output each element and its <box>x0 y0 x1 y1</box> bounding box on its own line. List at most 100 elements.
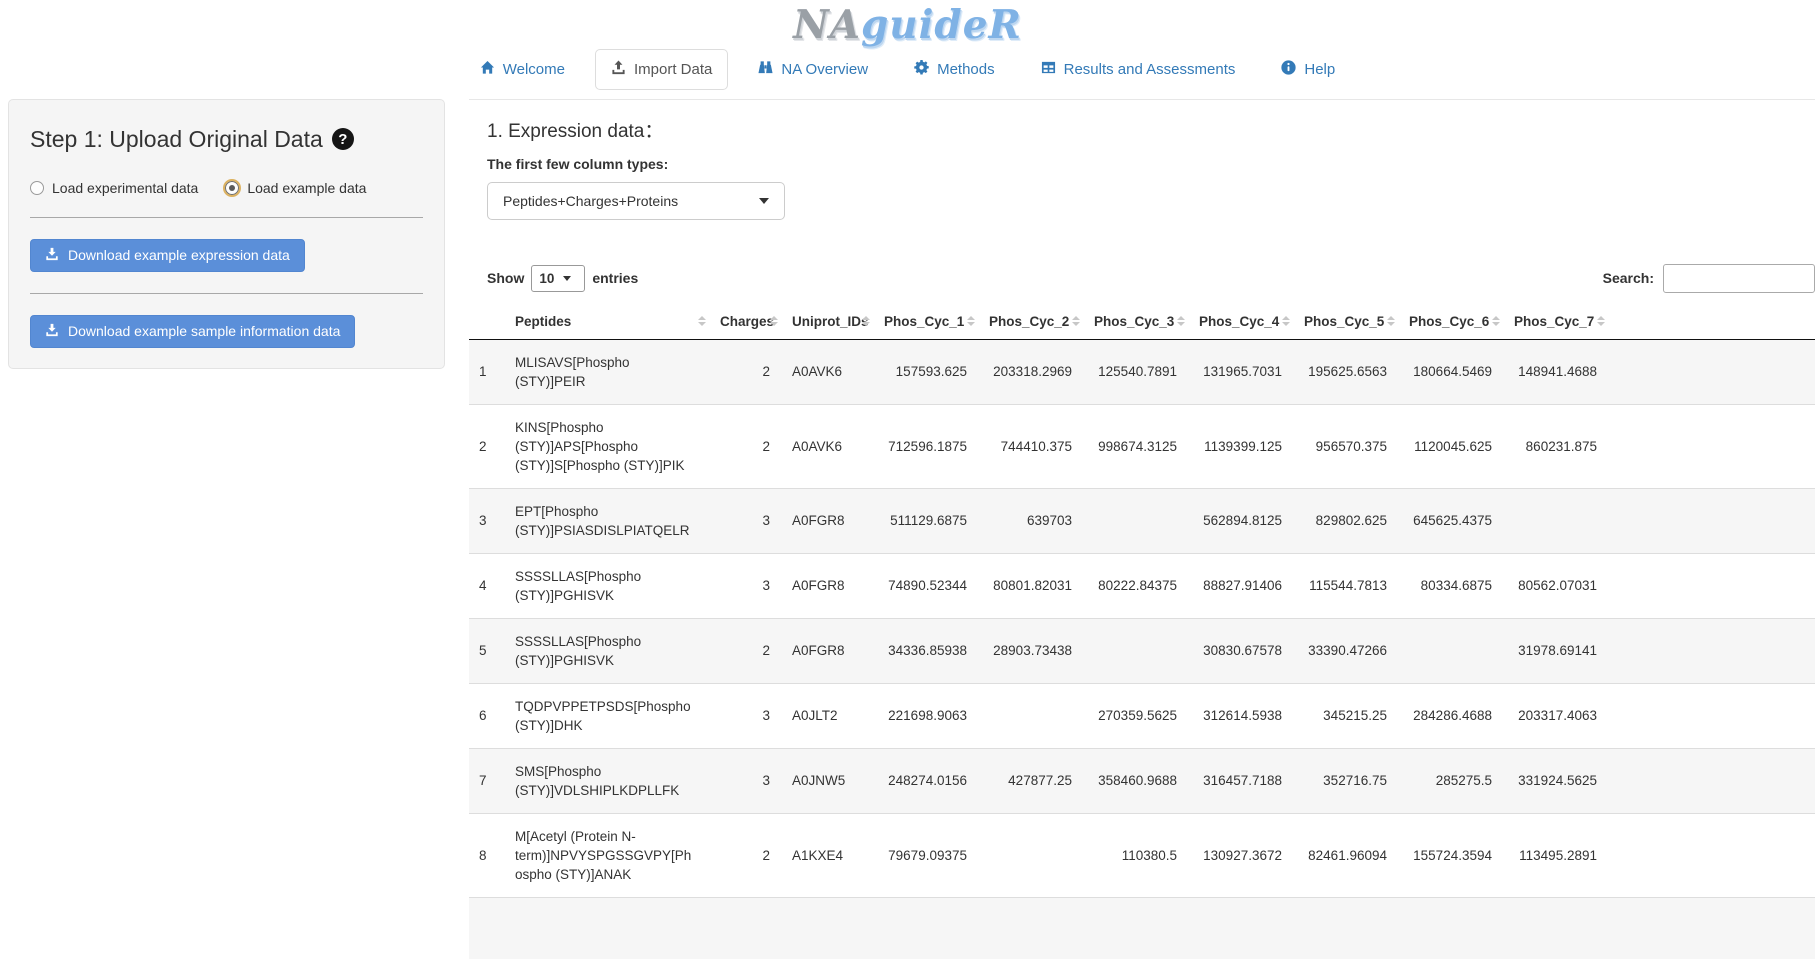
search-input[interactable] <box>1663 264 1815 293</box>
table-row[interactable]: 7SMS[Phospho (STY)]VDLSHIPLKDPLLFK3A0JNW… <box>469 748 1815 813</box>
value-cell: 115544.7813 <box>1294 553 1399 618</box>
spacer-cell <box>1609 813 1815 897</box>
value-cell <box>1084 488 1189 553</box>
header-phos-cyc-1[interactable]: Phos_Cyc_1 <box>874 304 979 340</box>
table-row[interactable]: 3EPT[Phospho (STY)]PSIASDISLPIATQELR3A0F… <box>469 488 1815 553</box>
row-number-cell: 6 <box>469 683 505 748</box>
header-charges[interactable]: Charges <box>710 304 782 340</box>
value-cell: 248274.0156 <box>874 748 979 813</box>
header-phos-cyc-4[interactable]: Phos_Cyc_4 <box>1189 304 1294 340</box>
sort-icon <box>1177 316 1185 326</box>
question-circle-icon[interactable]: ? <box>332 128 354 150</box>
entries-label: entries <box>592 270 638 286</box>
empty-cell <box>1189 897 1294 959</box>
value-cell: 31978.69141 <box>1504 618 1609 683</box>
tab-welcome[interactable]: Welcome <box>464 49 581 90</box>
empty-cell <box>505 897 710 959</box>
header-phos-cyc-7[interactable]: Phos_Cyc_7 <box>1504 304 1609 340</box>
chevron-down-icon <box>759 198 769 204</box>
expression-data-table: Peptides Charges Uniprot_IDs Phos_Cyc_1 … <box>469 304 1815 959</box>
value-cell: 33390.47266 <box>1294 618 1399 683</box>
spacer-cell <box>1609 748 1815 813</box>
value-cell: 131965.7031 <box>1189 339 1294 404</box>
header-phos-cyc-3[interactable]: Phos_Cyc_3 <box>1084 304 1189 340</box>
charge-cell: 3 <box>710 748 782 813</box>
logo-part-na: NA <box>793 2 861 48</box>
table-row[interactable]: 2KINS[Phospho (STY)]APS[Phospho (STY)]S[… <box>469 404 1815 488</box>
value-cell: 88827.91406 <box>1189 553 1294 618</box>
radio-checked-icon[interactable] <box>225 181 239 195</box>
main-nav: Welcome Import Data NA Overview Methods … <box>0 49 1815 90</box>
header-phos-cyc-2[interactable]: Phos_Cyc_2 <box>979 304 1084 340</box>
value-cell <box>1084 618 1189 683</box>
row-number-cell: 7 <box>469 748 505 813</box>
empty-cell <box>1504 897 1609 959</box>
table-row[interactable]: 8M[Acetyl (Protein N-term)]NPVYSPGSSGVPY… <box>469 813 1815 897</box>
download-example-expression-data-button[interactable]: Download example expression data <box>30 239 305 272</box>
charge-cell: 3 <box>710 553 782 618</box>
header-rownum[interactable] <box>469 304 505 340</box>
row-number-cell: 1 <box>469 339 505 404</box>
tab-label: Welcome <box>503 61 565 78</box>
table-row[interactable]: 1MLISAVS[Phospho (STY)]PEIR2A0AVK6157593… <box>469 339 1815 404</box>
uniprot-cell: A0AVK6 <box>782 339 874 404</box>
table-row[interactable]: 5SSSSLLAS[Phospho (STY)]PGHISVK2A0FGR834… <box>469 618 1815 683</box>
value-cell: 130927.3672 <box>1189 813 1294 897</box>
value-cell: 744410.375 <box>979 404 1084 488</box>
search-label: Search: <box>1603 270 1654 286</box>
value-cell <box>1399 618 1504 683</box>
charge-cell: 3 <box>710 683 782 748</box>
peptide-cell: TQDPVPPETPSDS[Phospho (STY)]DHK <box>505 683 710 748</box>
value-cell: 345215.25 <box>1294 683 1399 748</box>
tab-label: Help <box>1304 61 1335 78</box>
value-cell: 80562.07031 <box>1504 553 1609 618</box>
table-row[interactable]: 4SSSSLLAS[Phospho (STY)]PGHISVK3A0FGR874… <box>469 553 1815 618</box>
value-cell: 285275.5 <box>1399 748 1504 813</box>
tab-import-data[interactable]: Import Data <box>595 49 728 90</box>
header-phos-cyc-6[interactable]: Phos_Cyc_6 <box>1399 304 1504 340</box>
column-types-select[interactable]: Peptides+Charges+Proteins <box>487 182 785 220</box>
tab-help[interactable]: Help <box>1265 49 1351 90</box>
value-cell: 203317.4063 <box>1504 683 1609 748</box>
value-cell: 427877.25 <box>979 748 1084 813</box>
row-number-cell: 4 <box>469 553 505 618</box>
table-header: Peptides Charges Uniprot_IDs Phos_Cyc_1 … <box>469 304 1815 340</box>
value-cell: 30830.67578 <box>1189 618 1294 683</box>
table-row[interactable]: 6TQDPVPPETPSDS[Phospho (STY)]DHK3A0JLT22… <box>469 683 1815 748</box>
table-icon <box>1041 60 1056 79</box>
peptide-cell: SSSSLLAS[Phospho (STY)]PGHISVK <box>505 618 710 683</box>
header-label: Uniprot_IDs <box>792 314 869 329</box>
radio-load-experimental-data[interactable]: Load experimental data <box>30 180 198 196</box>
header-peptides[interactable]: Peptides <box>505 304 710 340</box>
charge-cell: 2 <box>710 813 782 897</box>
header-label: Phos_Cyc_3 <box>1094 314 1174 329</box>
radio-icon[interactable] <box>30 181 44 195</box>
value-cell: 74890.52344 <box>874 553 979 618</box>
page-length-value: 10 <box>539 271 554 286</box>
page-length-select[interactable]: 10 <box>531 265 585 292</box>
spacer-cell <box>1609 683 1815 748</box>
tab-label: Import Data <box>634 61 712 78</box>
value-cell: 284286.4688 <box>1399 683 1504 748</box>
spacer-cell <box>1609 339 1815 404</box>
header-phos-cyc-5[interactable]: Phos_Cyc_5 <box>1294 304 1399 340</box>
row-number-cell: 5 <box>469 618 505 683</box>
value-cell: 352716.75 <box>1294 748 1399 813</box>
empty-cell <box>1294 897 1399 959</box>
radio-load-example-data[interactable]: Load example data <box>225 180 366 196</box>
value-cell: 316457.7188 <box>1189 748 1294 813</box>
tab-results-assessments[interactable]: Results and Assessments <box>1025 49 1252 90</box>
sort-icon <box>1282 316 1290 326</box>
tab-na-overview[interactable]: NA Overview <box>742 49 884 90</box>
column-types-selected-value: Peptides+Charges+Proteins <box>503 193 678 209</box>
header-label: Charges <box>720 314 774 329</box>
table-row-partial[interactable] <box>469 897 1815 959</box>
tab-methods[interactable]: Methods <box>898 49 1011 90</box>
value-cell: 82461.96094 <box>1294 813 1399 897</box>
header-uniprot-ids[interactable]: Uniprot_IDs <box>782 304 874 340</box>
home-icon <box>480 60 495 79</box>
header-label: Phos_Cyc_6 <box>1409 314 1489 329</box>
masthead: NAguideR Welcome Import Data NA Overview… <box>0 0 1815 90</box>
download-example-sample-information-button[interactable]: Download example sample information data <box>30 315 355 348</box>
sort-icon <box>862 316 870 326</box>
